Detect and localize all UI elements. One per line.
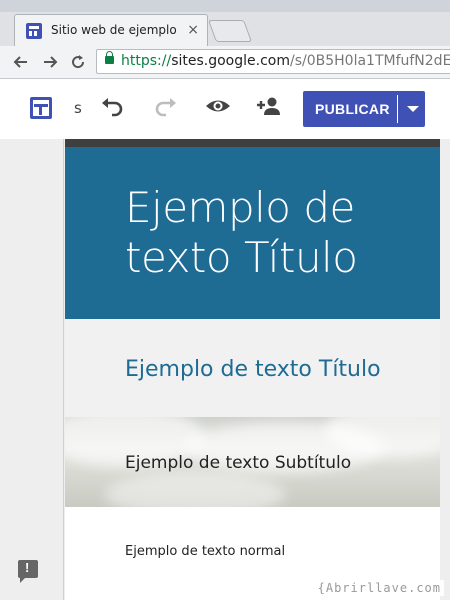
header-strip: [65, 139, 440, 147]
undo-icon: [102, 98, 123, 117]
forward-button[interactable]: [38, 50, 62, 74]
close-tab-icon[interactable]: ×: [187, 21, 199, 39]
lock-icon: [105, 51, 114, 64]
site-page-canvas: Ejemplo de texto Título Ejemplo de texto…: [65, 139, 440, 600]
tab-title: Sitio web de ejemplo: [51, 23, 177, 37]
add-person-icon: [257, 97, 280, 115]
hero-title[interactable]: Ejemplo de texto Título: [125, 183, 425, 283]
truncated-title: s: [74, 99, 82, 117]
window-frame: [0, 0, 450, 12]
url-path: /s/0B5H0la1TMfufN2dEMmJ: [289, 53, 450, 69]
undo-button[interactable]: [98, 95, 128, 121]
back-button[interactable]: [9, 50, 33, 74]
reload-icon: [72, 55, 85, 69]
share-button[interactable]: [254, 95, 284, 121]
reload-button[interactable]: [66, 50, 90, 74]
preview-button[interactable]: [203, 95, 233, 121]
title-section[interactable]: Ejemplo de texto Título: [65, 319, 440, 417]
right-rail: [440, 139, 450, 600]
redo-icon: [155, 98, 176, 117]
feedback-icon[interactable]: [18, 560, 38, 583]
arrow-left-icon: [13, 56, 27, 68]
publish-divider: [397, 95, 398, 123]
browser-tab-strip: Sitio web de ejemplo ×: [0, 0, 450, 46]
address-bar[interactable]: https://sites.google.com/s/0B5H0la1TMfuf…: [96, 49, 450, 74]
url-text: https://sites.google.com/s/0B5H0la1TMfuf…: [121, 53, 450, 69]
body-text[interactable]: Ejemplo de texto normal: [125, 544, 285, 559]
left-rail: [0, 139, 64, 600]
redo-button[interactable]: [150, 95, 180, 121]
caret-down-icon[interactable]: [407, 106, 419, 112]
cloud-shape: [105, 472, 285, 507]
watermark: {Abrirllave.com: [314, 580, 444, 596]
eye-icon: [206, 100, 230, 112]
url-host: sites.google.com: [171, 53, 290, 69]
publish-button[interactable]: PUBLICAR: [303, 91, 425, 127]
browser-navbar: https://sites.google.com/s/0B5H0la1TMfuf…: [0, 46, 450, 79]
hero-section[interactable]: Ejemplo de texto Título: [65, 147, 440, 319]
url-scheme: https://: [121, 53, 172, 69]
new-tab-button[interactable]: [207, 20, 253, 42]
sites-favicon-icon: [26, 23, 42, 39]
layout-icon[interactable]: [30, 97, 52, 119]
editor-toolbar: s PUBLICAR: [0, 79, 450, 139]
browser-tab[interactable]: Sitio web de ejemplo ×: [14, 14, 208, 46]
section-title[interactable]: Ejemplo de texto Título: [125, 357, 381, 382]
subtitle-text[interactable]: Ejemplo de texto Subtítulo: [125, 453, 351, 473]
arrow-right-icon: [44, 56, 58, 68]
subtitle-section[interactable]: Ejemplo de texto Subtítulo: [65, 417, 440, 507]
publish-label: PUBLICAR: [315, 101, 390, 117]
